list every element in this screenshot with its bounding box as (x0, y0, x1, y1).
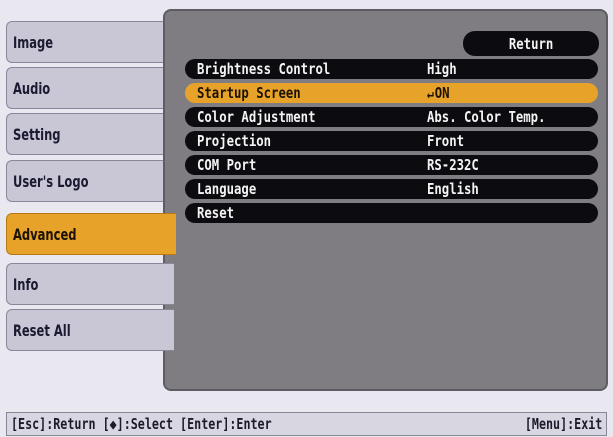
setting-row-color-adjustment[interactable]: Color Adjustment Abs. Color Temp. (185, 105, 598, 129)
menu-tab-label: Advanced (13, 224, 77, 244)
return-button[interactable]: Return (463, 31, 599, 56)
settings-list: Brightness Control High Startup Screen ↵… (185, 57, 598, 225)
setting-label: Reset (197, 204, 235, 222)
setting-row-background (185, 203, 598, 223)
menu-tab-info[interactable]: Info (6, 263, 174, 305)
setting-row-projection[interactable]: Projection Front (185, 129, 598, 153)
setting-value: Front (427, 132, 465, 150)
setting-label: COM Port (197, 156, 257, 174)
setting-value: RS-232C (427, 156, 479, 174)
setting-value: English (427, 180, 479, 198)
setting-label: Brightness Control (197, 60, 331, 78)
return-button-label: Return (508, 34, 554, 53)
projector-menu-screen: Image Audio Setting User's Logo Advanced… (0, 0, 613, 437)
setting-label: Color Adjustment (197, 108, 316, 126)
menu-tab-advanced[interactable]: Advanced (6, 213, 176, 255)
menu-tab-setting[interactable]: Setting (6, 113, 174, 155)
setting-row-brightness-control[interactable]: Brightness Control High (185, 57, 598, 81)
setting-value: High (427, 60, 457, 78)
setting-row-startup-screen[interactable]: Startup Screen ↵ON (185, 81, 598, 105)
menu-tab-audio[interactable]: Audio (6, 67, 174, 109)
menu-tab-reset-all[interactable]: Reset All (6, 309, 174, 351)
setting-value-with-icon: ↵ON (427, 84, 450, 103)
setting-label: Projection (197, 132, 272, 150)
menu-tab-label: Setting (13, 124, 61, 144)
menu-tab-label: Info (13, 274, 39, 294)
setting-row-reset[interactable]: Reset (185, 201, 598, 225)
status-exit-hint: [Menu]:Exit (524, 415, 602, 433)
setting-row-com-port[interactable]: COM Port RS-232C (185, 153, 598, 177)
enter-icon: ↵ (427, 86, 434, 102)
menu-tab-image[interactable]: Image (6, 21, 174, 63)
setting-label: Startup Screen (197, 84, 301, 102)
setting-row-language[interactable]: Language English (185, 177, 598, 201)
status-bar: [Esc]:Return [◆]:Select [Enter]:Enter [M… (6, 412, 607, 436)
menu-tab-label: Reset All (13, 320, 71, 340)
menu-tab-label: Image (13, 32, 54, 52)
setting-value: ON (434, 84, 450, 102)
menu-tab-label: Audio (13, 78, 51, 98)
menu-tab-users-logo[interactable]: User's Logo (6, 160, 174, 202)
setting-label: Language (197, 180, 257, 198)
menu-tab-label: User's Logo (13, 171, 89, 191)
status-hints: [Esc]:Return [◆]:Select [Enter]:Enter (11, 415, 272, 433)
setting-value: Abs. Color Temp. (427, 108, 546, 126)
